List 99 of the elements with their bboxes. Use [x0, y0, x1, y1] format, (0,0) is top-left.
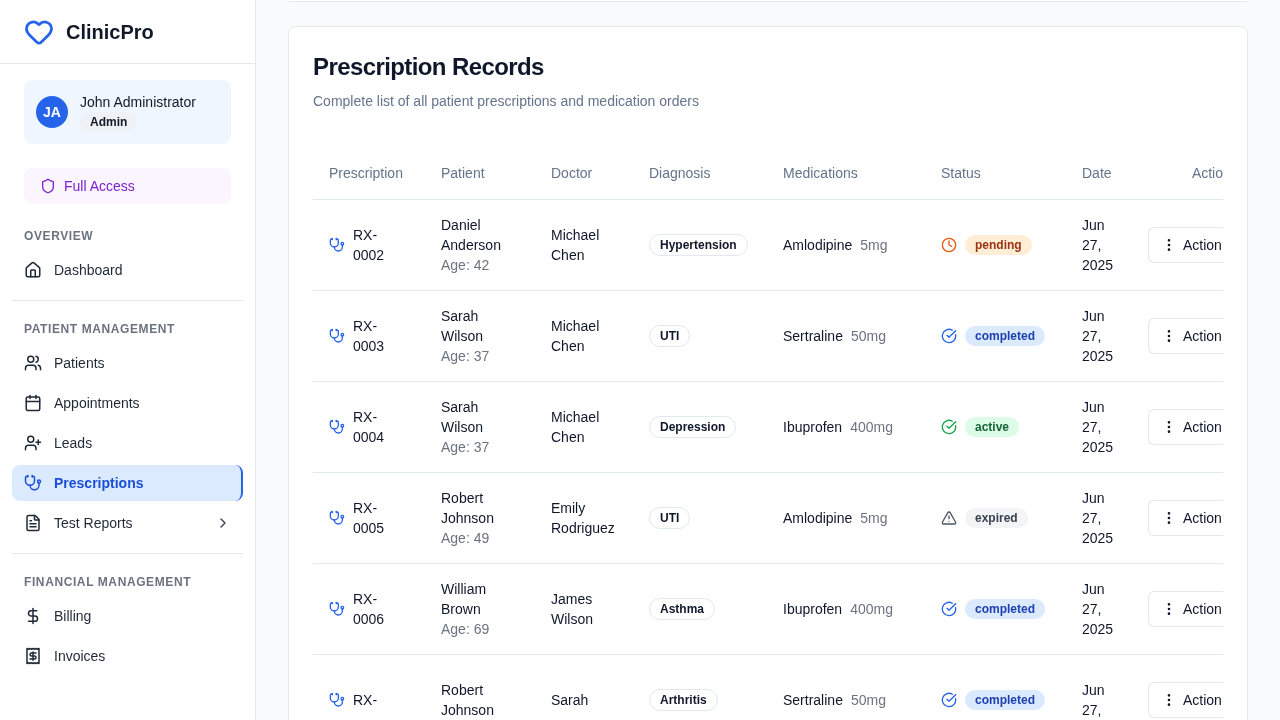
- prescription-date: Jun 27, 2025: [1082, 215, 1115, 275]
- stethoscope-icon: [329, 691, 345, 708]
- nav-item[interactable]: Patients: [12, 345, 243, 381]
- section-heading: OVERVIEW: [23, 228, 95, 244]
- user-name: John Administrator: [80, 93, 196, 112]
- prescription-date: Jun 27, 2025: [1082, 306, 1115, 366]
- status-badge: completed: [965, 689, 1045, 710]
- stethoscope-icon: [329, 327, 345, 344]
- column-header: Diagnosis: [649, 164, 711, 181]
- patient-name: Sarah Wilson: [441, 306, 484, 346]
- nav-item[interactable]: Dashboard: [12, 252, 243, 288]
- access-badge: Full Access: [24, 168, 231, 204]
- doctor-name: Emily Rodriguez: [551, 498, 616, 538]
- column-header: Actio: [1191, 164, 1223, 181]
- medication-name: Ibuprofen: [783, 417, 843, 437]
- patient-name: Robert Johnson: [441, 680, 495, 720]
- prescription-date: Jun 27, 2025: [1082, 488, 1115, 548]
- nav-item[interactable]: Invoices: [12, 638, 243, 674]
- prescription-id: RX-0006: [353, 589, 386, 629]
- stethoscope-icon: [329, 509, 345, 526]
- medication-name: Sertraline: [783, 690, 843, 710]
- warning-icon: [941, 509, 957, 526]
- medication-name: Amlodipine: [783, 508, 853, 528]
- nav-item[interactable]: Prescriptions: [12, 465, 243, 501]
- patient-name: Daniel Anderson: [441, 215, 502, 255]
- stethoscope-icon: [329, 600, 345, 617]
- medication-dose: 5mg: [860, 508, 888, 528]
- column-header: Medications: [783, 164, 858, 181]
- doctor-name: Michael Chen: [551, 316, 601, 356]
- check-circle-icon: [941, 327, 957, 344]
- status-badge: pending: [965, 234, 1032, 255]
- patient-age: Age: 69: [441, 619, 491, 639]
- prescription-id: RX-0005: [353, 498, 386, 538]
- status-badge: completed: [965, 325, 1045, 346]
- column-header: Date: [1082, 164, 1112, 181]
- doctor-name: Michael Chen: [551, 225, 601, 265]
- nav-item[interactable]: Test Reports: [12, 505, 243, 541]
- prescription-id: RX-0002: [353, 225, 386, 265]
- patient-age: Age: 49: [441, 528, 491, 548]
- prescription-id: RX-0003: [353, 316, 386, 356]
- action-button[interactable]: Action: [1148, 499, 1223, 536]
- patient-age: Age: 37: [441, 346, 491, 366]
- section-heading: PATIENT MANAGEMENT: [23, 321, 176, 337]
- card-title: Prescription Records: [313, 52, 545, 82]
- prescription-id: RX-: [353, 690, 379, 710]
- home-icon: [24, 261, 42, 279]
- status-badge: expired: [965, 507, 1028, 528]
- card-subtitle: Complete list of all patient prescriptions and medication orders: [313, 92, 700, 111]
- column-header: Prescription: [329, 164, 403, 181]
- clock-icon: [941, 236, 957, 253]
- column-header: Doctor: [551, 164, 593, 181]
- patient-name: Sarah Wilson: [441, 397, 484, 437]
- check-circle-icon: [941, 600, 957, 617]
- shield-icon: [40, 178, 56, 194]
- nav-item[interactable]: Leads: [12, 425, 243, 461]
- prescription-id: RX-0004: [353, 407, 386, 447]
- prescription-date: Jun 27,: [1082, 680, 1106, 720]
- medication-dose: 400mg: [850, 417, 893, 437]
- status-badge: active: [965, 416, 1020, 437]
- column-header: Status: [941, 164, 981, 181]
- patient-name: Robert Johnson: [441, 488, 495, 528]
- medication-dose: 5mg: [860, 235, 888, 255]
- medication-dose: 400mg: [850, 599, 893, 619]
- stethoscope-icon: [329, 418, 345, 435]
- action-button[interactable]: Action: [1148, 317, 1223, 354]
- calendar-icon: [24, 394, 42, 412]
- doctor-name: Sarah: [551, 690, 590, 710]
- medication-dose: 50mg: [850, 326, 886, 346]
- role-badge: Admin: [80, 112, 138, 132]
- medication-name: Amlodipine: [783, 235, 853, 255]
- check-circle-icon: [941, 418, 957, 435]
- document-icon: [24, 514, 42, 532]
- status-badge: completed: [965, 598, 1045, 619]
- medication-dose: 50mg: [850, 690, 886, 710]
- receipt-icon: [24, 647, 42, 665]
- users-icon: [24, 354, 42, 372]
- action-button[interactable]: Action: [1148, 226, 1223, 263]
- user-plus-icon: [24, 434, 42, 452]
- patient-age: Age: 37: [441, 437, 491, 457]
- action-button[interactable]: Action: [1148, 590, 1223, 627]
- medication-name: Ibuprofen: [783, 599, 843, 619]
- user-avatar: JA: [36, 96, 68, 128]
- doctor-name: James Wilson: [551, 589, 594, 629]
- nav-item[interactable]: Billing: [12, 598, 243, 634]
- medication-name: Sertraline: [783, 326, 843, 346]
- prescription-date: Jun 27, 2025: [1082, 397, 1115, 457]
- brand-name: ClinicPro: [66, 19, 154, 45]
- patient-age: Age: 42: [441, 255, 491, 275]
- patient-name: William Brown: [441, 579, 488, 619]
- check-circle-icon: [941, 691, 957, 708]
- action-button[interactable]: Action: [1148, 408, 1223, 445]
- stethoscope-icon: [329, 236, 345, 253]
- nav-item[interactable]: Appointments: [12, 385, 243, 421]
- column-header: Patient: [441, 164, 485, 181]
- stethoscope-icon: [24, 474, 42, 492]
- doctor-name: Michael Chen: [551, 407, 601, 447]
- section-heading: FINANCIAL MANAGEMENT: [23, 574, 193, 590]
- action-button[interactable]: Action: [1148, 681, 1223, 718]
- prescription-date: Jun 27, 2025: [1082, 579, 1115, 639]
